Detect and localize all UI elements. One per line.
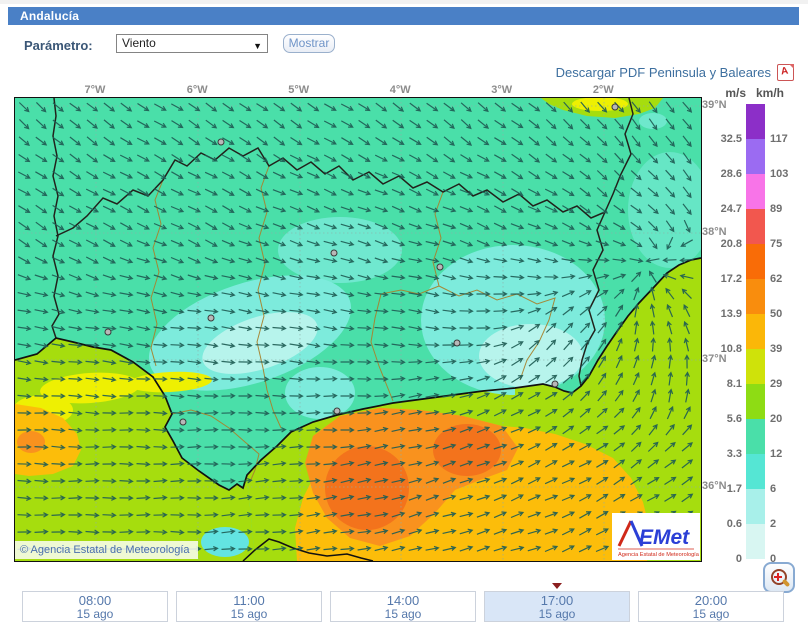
legend-kmh-value: 89: [770, 202, 806, 216]
legend-color-segment: [746, 174, 765, 209]
legend-color-segment: [746, 419, 765, 454]
legend-color-segment: [746, 104, 765, 139]
legend-ms-value: 3.3: [698, 447, 742, 461]
time-cell-11:00[interactable]: 11:0015 ago: [176, 591, 322, 622]
chevron-down-icon: ▼: [253, 38, 262, 55]
top-strip: [0, 0, 808, 4]
legend-ms-value: 1.7: [698, 482, 742, 496]
legend-kmh-value: 62: [770, 272, 806, 286]
legend-color-segment: [746, 244, 765, 279]
legend-ms-value: 0: [698, 552, 742, 566]
legend-ms-value: 0.6: [698, 517, 742, 531]
page-title: Andalucía: [20, 9, 79, 23]
aemet-logo-graphic: EMet Agencia Estatal de Meteorología: [612, 513, 700, 560]
wind-map-canvas: [15, 98, 701, 561]
legend-color-segment: [746, 489, 765, 524]
legend-color-segment: [746, 314, 765, 349]
aemet-wind-page: Andalucía Parámetro: Viento ▼ Mostrar De…: [0, 0, 808, 628]
wind-map-image: [15, 98, 701, 566]
map-zoom-button[interactable]: [763, 562, 795, 593]
legend-kmh-value: 75: [770, 237, 806, 251]
legend-kmh-value: 103: [770, 167, 806, 181]
legend-color-segment: [746, 524, 765, 559]
legend-kmh-value: 117: [770, 132, 806, 146]
legend-ms-value: 5.6: [698, 412, 742, 426]
time-cell-20:00[interactable]: 20:0015 ago: [638, 591, 784, 622]
parameter-label: Parámetro:: [24, 38, 93, 53]
parameter-select-value: Viento: [122, 36, 156, 50]
lon-label-3°W: 3°W: [482, 84, 522, 96]
show-button[interactable]: Mostrar: [283, 34, 335, 53]
time-cell-17:00[interactable]: 17:0015 ago: [484, 591, 630, 622]
pdf-icon[interactable]: A: [777, 64, 794, 81]
lon-label-4°W: 4°W: [380, 84, 420, 96]
legend-ms-value: 32.5: [698, 132, 742, 146]
wind-speed-legend: [746, 104, 765, 559]
lon-label-7°W: 7°W: [75, 84, 115, 96]
strait-cyan-spot: [201, 527, 249, 557]
legend-kmh-value: 0: [770, 552, 806, 566]
map-copyright: © Agencia Estatal de Meteorología: [15, 541, 198, 559]
pdf-download-row: Descargar PDF Peninsula y Baleares A: [556, 64, 794, 81]
legend-unit-kmh: km/h: [756, 86, 798, 100]
legend-color-segment: [746, 139, 765, 174]
legend-color-segment: [746, 349, 765, 384]
time-cell-08:00[interactable]: 08:0015 ago: [22, 591, 168, 622]
selected-time-marker: [552, 583, 562, 589]
legend-color-segment: [746, 209, 765, 244]
svg-text:Agencia Estatal de Meteorologí: Agencia Estatal de Meteorología: [618, 552, 700, 558]
legend-unit-ms: m/s: [710, 86, 746, 100]
legend-ms-value: 17.2: [698, 272, 742, 286]
parameter-select[interactable]: Viento ▼: [116, 34, 268, 53]
lon-label-2°W: 2°W: [583, 84, 623, 96]
legend-kmh-value: 6: [770, 482, 806, 496]
svg-text:EMet: EMet: [639, 526, 690, 549]
legend-kmh-value: 50: [770, 307, 806, 321]
legend-kmh-value: 2: [770, 517, 806, 531]
legend-kmh-value: 12: [770, 447, 806, 461]
legend-color-segment: [746, 454, 765, 489]
lon-label-6°W: 6°W: [177, 84, 217, 96]
lat-label-39°N: 39°N: [702, 99, 738, 111]
aemet-logo: EMet Agencia Estatal de Meteorología: [612, 513, 700, 560]
lon-label-5°W: 5°W: [279, 84, 319, 96]
legend-kmh-value: 39: [770, 342, 806, 356]
legend-ms-value: 10.8: [698, 342, 742, 356]
legend-ms-value: 20.8: [698, 237, 742, 251]
legend-color-segment: [746, 279, 765, 314]
legend-ms-value: 8.1: [698, 377, 742, 391]
legend-ms-value: 13.9: [698, 307, 742, 321]
legend-kmh-value: 20: [770, 412, 806, 426]
orange-core-west: [325, 446, 409, 530]
pdf-download-link[interactable]: Descargar PDF Peninsula y Baleares: [556, 65, 771, 80]
region-title-bar: Andalucía: [8, 7, 799, 25]
time-cell-14:00[interactable]: 14:0015 ago: [330, 591, 476, 622]
legend-ms-value: 24.7: [698, 202, 742, 216]
wind-map-frame: © Agencia Estatal de Meteorología EMet A…: [14, 97, 702, 562]
legend-color-segment: [746, 384, 765, 419]
legend-ms-value: 28.6: [698, 167, 742, 181]
legend-kmh-value: 29: [770, 377, 806, 391]
